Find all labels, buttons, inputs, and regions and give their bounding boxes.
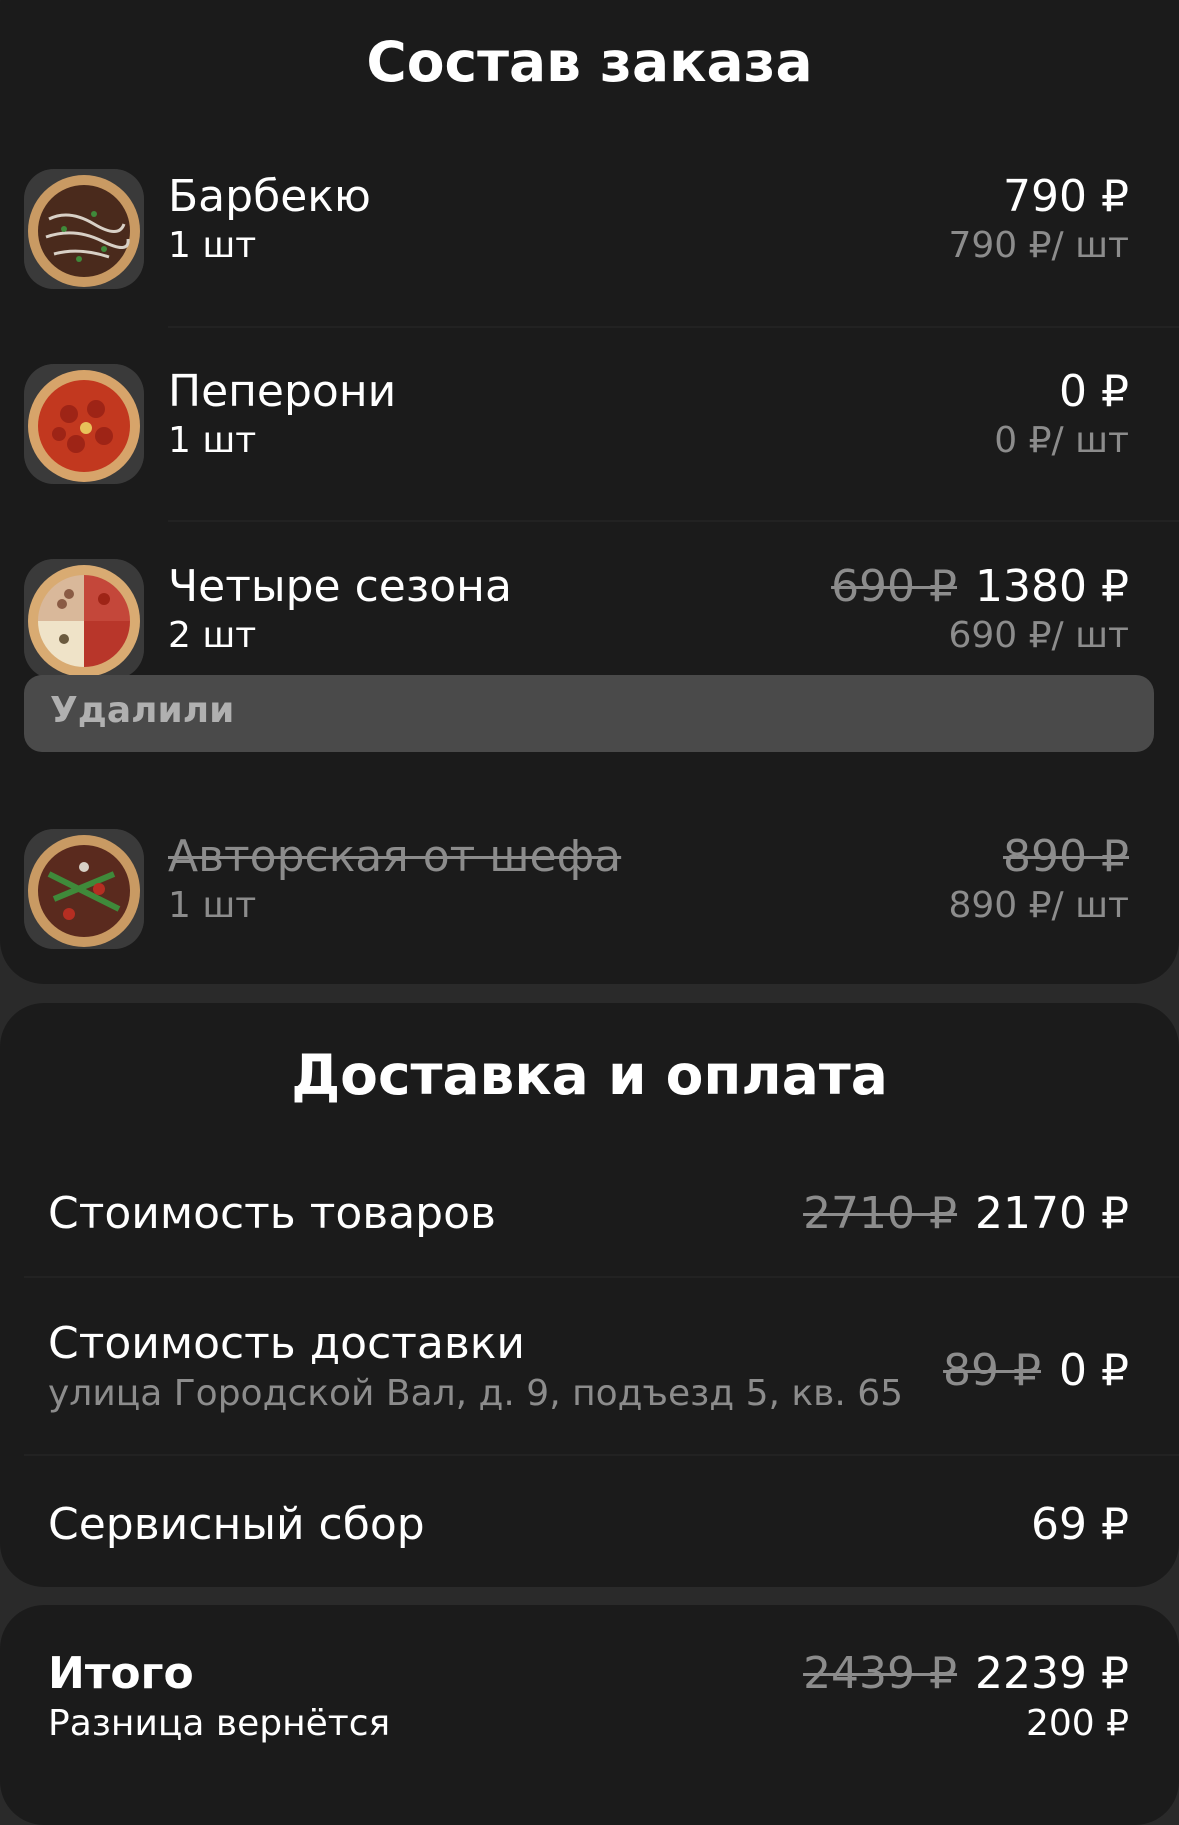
item-price-line: 790 ₽ xyxy=(1003,169,1129,225)
removed-label: Удалили xyxy=(50,690,235,731)
item-price: 790 ₽ xyxy=(1003,171,1129,222)
item-name: Барбекю xyxy=(168,171,371,222)
shipping-cost-label: Стоимость доставки xyxy=(48,1318,525,1369)
item-quantity: 1 шт xyxy=(168,225,257,266)
pizza-chef-icon xyxy=(24,829,144,949)
order-card: Состав заказа Барбекю 1 шт 790 ₽ 790 ₽/ … xyxy=(0,0,1179,984)
total-old-price: 2439 ₽ xyxy=(803,1648,958,1699)
row-divider xyxy=(24,1276,1179,1278)
item-price-line: 0 ₽ xyxy=(1059,364,1129,420)
item-price-line: 690 ₽ 1380 ₽ xyxy=(831,559,1129,615)
removed-section-header: Удалили xyxy=(24,675,1154,752)
item-name: Четыре сезона xyxy=(168,561,512,612)
pizza-bbq-icon xyxy=(24,169,144,289)
total-value: 2439 ₽ 2239 ₽ xyxy=(803,1646,1129,1702)
order-item[interactable]: Пеперони 1 шт 0 ₽ 0 ₽/ шт xyxy=(0,364,1179,494)
removed-item-price-line: 890 ₽ xyxy=(1003,829,1129,885)
refund-label: Разница вернётся xyxy=(48,1703,391,1744)
item-divider xyxy=(168,326,1179,328)
removed-item-quantity: 1 шт xyxy=(168,885,257,926)
removed-item-unit-price: 890 ₽/ шт xyxy=(948,885,1129,926)
goods-cost-label: Стоимость товаров xyxy=(48,1188,496,1239)
item-divider xyxy=(168,520,1179,522)
item-quantity: 2 шт xyxy=(168,615,257,656)
order-title: Состав заказа xyxy=(366,30,813,94)
item-quantity: 1 шт xyxy=(168,420,257,461)
pizza-pepperoni-icon xyxy=(24,364,144,484)
shipping-cost-value: 89 ₽ 0 ₽ xyxy=(943,1343,1129,1399)
shipping-price: 0 ₽ xyxy=(1059,1345,1129,1396)
order-item[interactable]: Четыре сезона 2 шт 690 ₽ 1380 ₽ 690 ₽/ шт xyxy=(0,559,1179,689)
goods-price: 2170 ₽ xyxy=(975,1188,1129,1239)
service-fee-label: Сервисный сбор xyxy=(48,1499,425,1550)
order-item[interactable]: Барбекю 1 шт 790 ₽ 790 ₽/ шт xyxy=(0,169,1179,299)
item-unit-price: 690 ₽/ шт xyxy=(948,615,1129,656)
pizza-four-seasons-icon xyxy=(24,559,144,679)
item-old-price: 690 ₽ xyxy=(831,561,958,612)
total-label: Итого xyxy=(48,1648,194,1699)
item-unit-price: 0 ₽/ шт xyxy=(994,420,1129,461)
delivery-card: Доставка и оплата Стоимость товаров 2710… xyxy=(0,1003,1179,1587)
item-price: 1380 ₽ xyxy=(975,561,1129,612)
item-price: 0 ₽ xyxy=(1059,366,1129,417)
removed-item-name: Авторская от шефа xyxy=(168,831,622,882)
service-fee-value: 69 ₽ xyxy=(1031,1499,1129,1550)
row-divider xyxy=(24,1454,1179,1456)
removed-item[interactable]: Авторская от шефа 1 шт 890 ₽ 890 ₽/ шт xyxy=(0,829,1179,959)
total-card: Итого Разница вернётся 2439 ₽ 2239 ₽ 200 … xyxy=(0,1605,1179,1825)
total-price: 2239 ₽ xyxy=(975,1648,1129,1699)
delivery-title: Доставка и оплата xyxy=(291,1043,888,1107)
item-name: Пеперони xyxy=(168,366,397,417)
delivery-address: улица Городской Вал, д. 9, подъезд 5, кв… xyxy=(48,1373,904,1414)
removed-item-price: 890 ₽ xyxy=(1003,831,1129,882)
shipping-old-price: 89 ₽ xyxy=(943,1345,1042,1396)
refund-amount: 200 ₽ xyxy=(1025,1703,1129,1744)
item-unit-price: 790 ₽/ шт xyxy=(948,225,1129,266)
goods-old-price: 2710 ₽ xyxy=(803,1188,958,1239)
goods-cost-value: 2710 ₽ 2170 ₽ xyxy=(803,1186,1129,1242)
